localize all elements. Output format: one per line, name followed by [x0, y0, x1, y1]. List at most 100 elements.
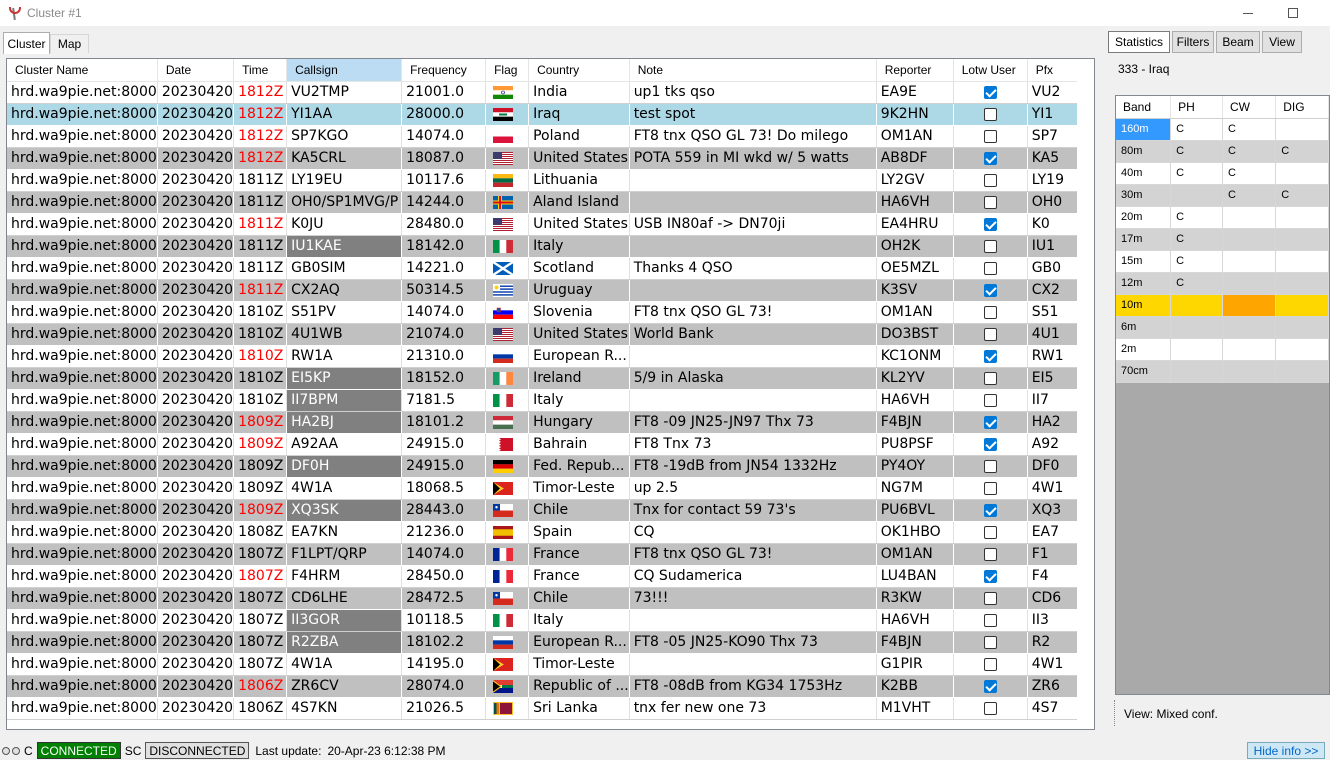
- spot-row[interactable]: hrd.wa9pie.net:8000 20230420 1809Z XQ3SK 284…: [7, 499, 1085, 522]
- band-row[interactable]: 12m C: [1116, 272, 1329, 295]
- filters-button[interactable]: Filters: [1172, 31, 1214, 53]
- spot-row[interactable]: hrd.wa9pie.net:8000 20230420 1809Z A92AA 249…: [7, 433, 1085, 456]
- col-frequency[interactable]: Frequency: [401, 59, 487, 82]
- lotw-checkbox[interactable]: [983, 503, 997, 517]
- lotw-checkbox[interactable]: [983, 195, 997, 209]
- spot-row[interactable]: hrd.wa9pie.net:8000 20230420 1806Z 4S7KN 210…: [7, 697, 1085, 720]
- spot-row[interactable]: hrd.wa9pie.net:8000 20230420 1807Z 4W1A 1419…: [7, 653, 1085, 676]
- lotw-checkbox[interactable]: [983, 591, 997, 605]
- lotw-checkbox[interactable]: [983, 129, 997, 143]
- beam-button[interactable]: Beam: [1216, 31, 1260, 53]
- spot-row[interactable]: hrd.wa9pie.net:8000 20230420 1810Z 4U1WB 210…: [7, 323, 1085, 346]
- spot-row[interactable]: hrd.wa9pie.net:8000 20230420 1810Z RW1A 2131…: [7, 345, 1085, 368]
- col-note[interactable]: Note: [629, 59, 877, 82]
- spot-row[interactable]: hrd.wa9pie.net:8000 20230420 1811Z OH0/SP1M…: [7, 191, 1085, 214]
- cell-frequency: 14244.0: [401, 191, 487, 214]
- minimize-button[interactable]: [1225, 0, 1271, 26]
- band-row[interactable]: 40m C C: [1116, 162, 1329, 185]
- spot-row[interactable]: hrd.wa9pie.net:8000 20230420 1807Z R2ZBA 181…: [7, 631, 1085, 654]
- lotw-checkbox[interactable]: [983, 613, 997, 627]
- spot-row[interactable]: hrd.wa9pie.net:8000 20230420 1807Z CD6LHE 28…: [7, 587, 1085, 610]
- fr-flag-icon: [493, 569, 514, 583]
- lotw-checkbox[interactable]: [983, 151, 997, 165]
- spot-row[interactable]: hrd.wa9pie.net:8000 20230420 1811Z LY19EU 10…: [7, 169, 1085, 192]
- spot-row[interactable]: hrd.wa9pie.net:8000 20230420 1812Z KA5CRL 18…: [7, 147, 1085, 170]
- lotw-checkbox[interactable]: [983, 217, 997, 231]
- col-date[interactable]: Date: [157, 59, 235, 82]
- view-button[interactable]: View: [1262, 31, 1302, 53]
- spot-row[interactable]: hrd.wa9pie.net:8000 20230420 1810Z EI5KP 181…: [7, 367, 1085, 390]
- band-row[interactable]: 80m C C C: [1116, 140, 1329, 163]
- cell-lotw-user: [953, 565, 1028, 588]
- spot-row[interactable]: hrd.wa9pie.net:8000 20230420 1809Z DF0H 2491…: [7, 455, 1085, 478]
- spot-row[interactable]: hrd.wa9pie.net:8000 20230420 1809Z 4W1A 1806…: [7, 477, 1085, 500]
- lotw-checkbox[interactable]: [983, 415, 997, 429]
- spot-table: Cluster Name Date Time Callsign Frequenc…: [7, 59, 1085, 720]
- col-reporter[interactable]: Reporter: [876, 59, 954, 82]
- grid-vertical-scrollbar[interactable]: [1077, 59, 1094, 729]
- view-config-label: View: Mixed conf.: [1124, 707, 1218, 721]
- lotw-checkbox[interactable]: [983, 569, 997, 583]
- col-country[interactable]: Country: [528, 59, 630, 82]
- band-row[interactable]: 6m: [1116, 316, 1329, 339]
- cell-frequency: 21001.0: [401, 81, 487, 104]
- lotw-checkbox[interactable]: [983, 173, 997, 187]
- lotw-checkbox[interactable]: [983, 393, 997, 407]
- spot-row[interactable]: hrd.wa9pie.net:8000 20230420 1808Z EA7KN 212…: [7, 521, 1085, 544]
- lotw-checkbox[interactable]: [983, 547, 997, 561]
- cell-pfx: K0: [1027, 213, 1085, 236]
- spot-row[interactable]: hrd.wa9pie.net:8000 20230420 1807Z II3GOR 10…: [7, 609, 1085, 632]
- col-time[interactable]: Time: [233, 59, 288, 82]
- col-flag[interactable]: Flag: [485, 59, 530, 82]
- lotw-checkbox[interactable]: [983, 283, 997, 297]
- spot-row[interactable]: hrd.wa9pie.net:8000 20230420 1807Z F4HRM 284…: [7, 565, 1085, 588]
- spot-row[interactable]: hrd.wa9pie.net:8000 20230420 1809Z HA2BJ 181…: [7, 411, 1085, 434]
- lotw-checkbox[interactable]: [983, 305, 997, 319]
- spot-row[interactable]: hrd.wa9pie.net:8000 20230420 1812Z VU2TMP 21…: [7, 81, 1085, 104]
- col-cluster-name[interactable]: Cluster Name: [7, 59, 158, 82]
- band-row[interactable]: 160m C C: [1116, 118, 1329, 141]
- lotw-checkbox[interactable]: [983, 327, 997, 341]
- spot-row[interactable]: hrd.wa9pie.net:8000 20230420 1811Z GB0SIM 14…: [7, 257, 1085, 280]
- band-row[interactable]: 15m C: [1116, 250, 1329, 273]
- lotw-checkbox[interactable]: [983, 371, 997, 385]
- lotw-checkbox[interactable]: [983, 679, 997, 693]
- spot-row[interactable]: hrd.wa9pie.net:8000 20230420 1806Z ZR6CV 280…: [7, 675, 1085, 698]
- col-callsign[interactable]: Callsign: [286, 59, 403, 82]
- lotw-checkbox[interactable]: [983, 85, 997, 99]
- lotw-checkbox[interactable]: [983, 635, 997, 649]
- band-row[interactable]: 17m C: [1116, 228, 1329, 251]
- spot-row[interactable]: hrd.wa9pie.net:8000 20230420 1811Z IU1KAE 18…: [7, 235, 1085, 258]
- lotw-checkbox[interactable]: [983, 701, 997, 715]
- band-row[interactable]: 30m C C: [1116, 184, 1329, 207]
- lotw-checkbox[interactable]: [983, 349, 997, 363]
- cell-callsign: IU1KAE: [286, 235, 403, 258]
- maximize-button[interactable]: [1270, 0, 1316, 26]
- lotw-checkbox[interactable]: [983, 107, 997, 121]
- spot-row[interactable]: hrd.wa9pie.net:8000 20230420 1810Z S51PV 140…: [7, 301, 1085, 324]
- lotw-checkbox[interactable]: [983, 481, 997, 495]
- lotw-checkbox[interactable]: [983, 525, 997, 539]
- lotw-checkbox[interactable]: [983, 261, 997, 275]
- col-pfx[interactable]: Pfx: [1027, 59, 1085, 82]
- col-lotw-user[interactable]: Lotw User: [953, 59, 1028, 82]
- tab-cluster[interactable]: Cluster: [3, 32, 50, 54]
- spot-row[interactable]: hrd.wa9pie.net:8000 20230420 1807Z F1LPT/QR…: [7, 543, 1085, 566]
- band-row[interactable]: 20m C: [1116, 206, 1329, 229]
- spot-row[interactable]: hrd.wa9pie.net:8000 20230420 1811Z K0JU 2848…: [7, 213, 1085, 236]
- spot-row[interactable]: hrd.wa9pie.net:8000 20230420 1812Z YI1AA 280…: [7, 103, 1085, 126]
- hide-info-button[interactable]: Hide info >>: [1247, 742, 1325, 759]
- band-row[interactable]: 70cm: [1116, 360, 1329, 383]
- spot-row[interactable]: hrd.wa9pie.net:8000 20230420 1810Z II7BPM 71…: [7, 389, 1085, 412]
- band-row[interactable]: 2m: [1116, 338, 1329, 361]
- lotw-checkbox[interactable]: [983, 437, 997, 451]
- band-row[interactable]: 10m: [1116, 294, 1329, 317]
- spot-row[interactable]: hrd.wa9pie.net:8000 20230420 1812Z SP7KGO 14…: [7, 125, 1085, 148]
- cell-note: World Bank: [629, 323, 877, 346]
- lotw-checkbox[interactable]: [983, 657, 997, 671]
- lotw-checkbox[interactable]: [983, 239, 997, 253]
- spot-row[interactable]: hrd.wa9pie.net:8000 20230420 1811Z CX2AQ 503…: [7, 279, 1085, 302]
- lotw-checkbox[interactable]: [983, 459, 997, 473]
- statistics-button[interactable]: Statistics: [1108, 31, 1170, 53]
- tab-map[interactable]: Map: [50, 34, 89, 53]
